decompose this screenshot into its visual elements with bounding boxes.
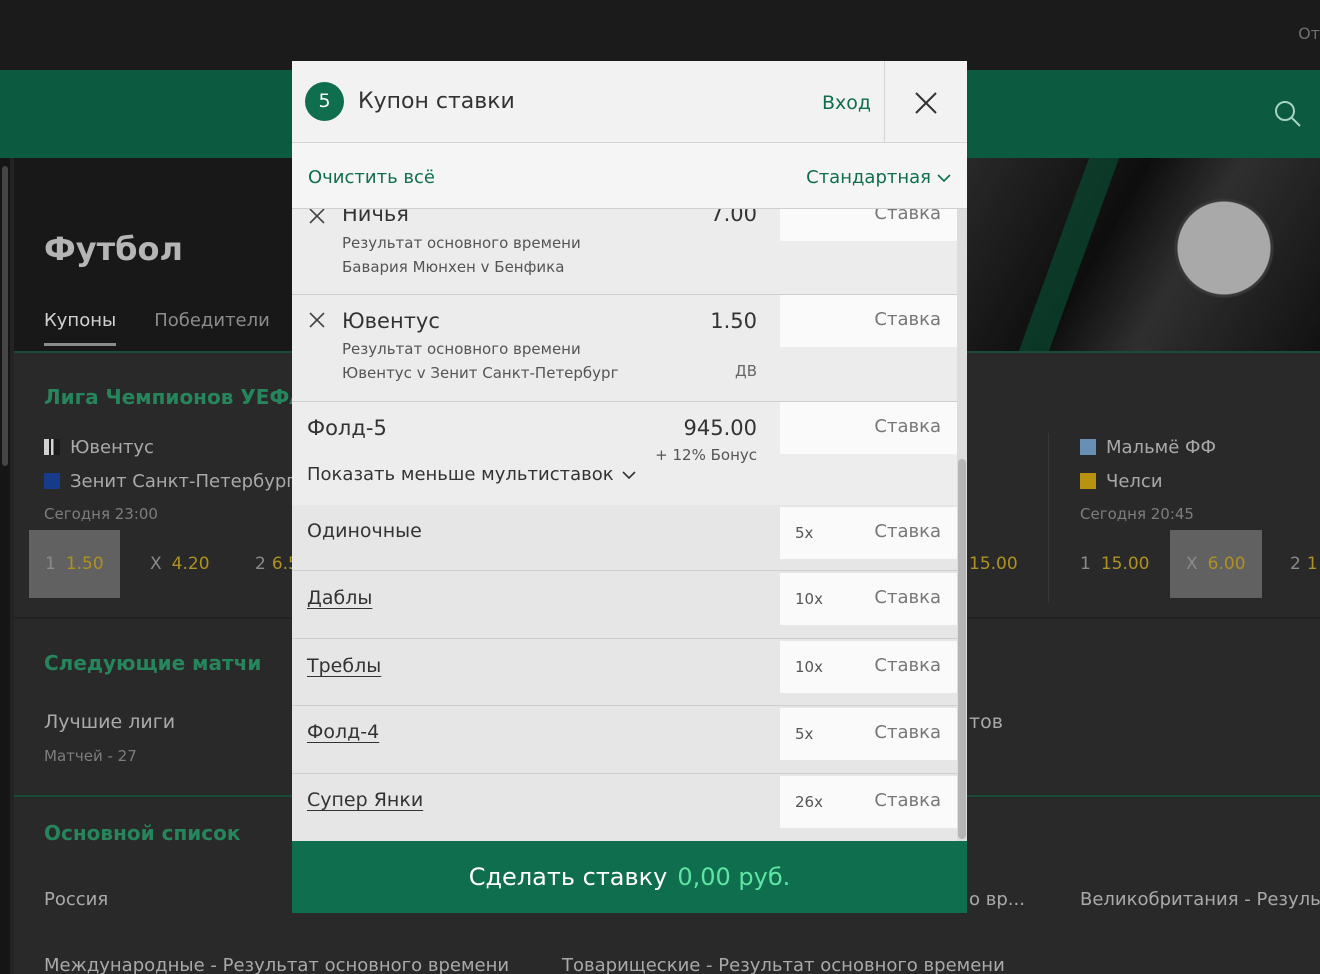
multiple-item: Супер Янки 26x Ставка [292, 774, 957, 841]
show-less-multiples-button[interactable]: Показать меньше мультиставок [307, 464, 636, 485]
stake-input[interactable]: Ставка [780, 209, 957, 241]
chevron-down-icon [622, 470, 636, 479]
place-bet-label: Сделать ставку [468, 863, 668, 891]
multiple-name-link[interactable]: Треблы [307, 655, 381, 677]
betslip-toolbar: Очистить всё Стандартная [292, 143, 967, 209]
selection-market: Результат основного времени [342, 234, 581, 252]
place-bet-button[interactable]: Сделать ставку 0,00 руб. [292, 841, 967, 913]
multiple-item: Фолд-4 5x Ставка [292, 706, 957, 774]
fold-bonus: + 12% Бонус [655, 446, 757, 464]
betslip-modal: 5 Купон ставки Вход Очистить всё Стандар… [292, 61, 967, 913]
selection-odds: 7.00 [710, 209, 757, 226]
selection-event: Бавария Мюнхен v Бенфика [342, 258, 565, 276]
multiple-name-link[interactable]: Супер Янки [307, 789, 423, 811]
fold-odds: 945.00 [683, 416, 757, 440]
betslip-title: Купон ставки [358, 89, 515, 114]
betslip-list: Ничья 7.00 Результат основного времени Б… [292, 209, 967, 841]
remove-selection-icon[interactable] [308, 311, 326, 329]
close-icon[interactable] [912, 89, 940, 117]
fold-item: Фолд-5 945.00 + 12% Бонус Показать меньш… [292, 402, 957, 505]
fold-name: Фолд-5 [307, 416, 387, 440]
selection-tag: ДВ [734, 362, 757, 380]
multiple-item: Треблы 10x Ставка [292, 639, 957, 706]
place-bet-amount: 0,00 руб. [677, 863, 791, 891]
multiple-item: Даблы 10x Ставка [292, 571, 957, 639]
remove-selection-icon[interactable] [308, 209, 326, 225]
stake-input[interactable]: 5x Ставка [780, 708, 957, 760]
betslip-header: 5 Купон ставки Вход [292, 61, 967, 143]
chevron-down-icon [937, 173, 951, 182]
stake-input[interactable]: 26x Ставка [780, 776, 957, 828]
selection-market: Результат основного времени [342, 340, 581, 358]
login-link[interactable]: Вход [822, 92, 871, 114]
selection-count-badge: 5 [305, 82, 344, 121]
stake-input[interactable]: 10x Ставка [780, 573, 957, 625]
stake-input[interactable]: Ставка [780, 295, 957, 347]
selection-odds: 1.50 [710, 309, 757, 333]
multiple-item: Одиночные 5x Ставка [292, 505, 957, 571]
multiple-name-link[interactable]: Фолд-4 [307, 721, 379, 743]
bet-type-label: Стандартная [806, 167, 931, 188]
selection-item: Ювентус 1.50 Результат основного времени… [292, 295, 957, 402]
scrollbar-thumb[interactable] [958, 459, 966, 839]
selection-event: Ювентус v Зенит Санкт-Петербург [342, 364, 619, 382]
stake-input[interactable]: Ставка [780, 402, 957, 454]
stake-input[interactable]: 10x Ставка [780, 641, 957, 693]
selection-item: Ничья 7.00 Результат основного времени Б… [292, 209, 957, 295]
multiple-name: Одиночные [307, 520, 422, 542]
selection-name: Ничья [342, 209, 409, 226]
stake-input[interactable]: 5x Ставка [780, 507, 957, 559]
selection-name: Ювентус [342, 309, 440, 333]
multiple-name-link[interactable]: Даблы [307, 587, 372, 609]
clear-all-button[interactable]: Очистить всё [308, 167, 435, 188]
betslip-scrollbar[interactable] [957, 209, 967, 841]
bet-type-dropdown[interactable]: Стандартная [806, 167, 951, 188]
